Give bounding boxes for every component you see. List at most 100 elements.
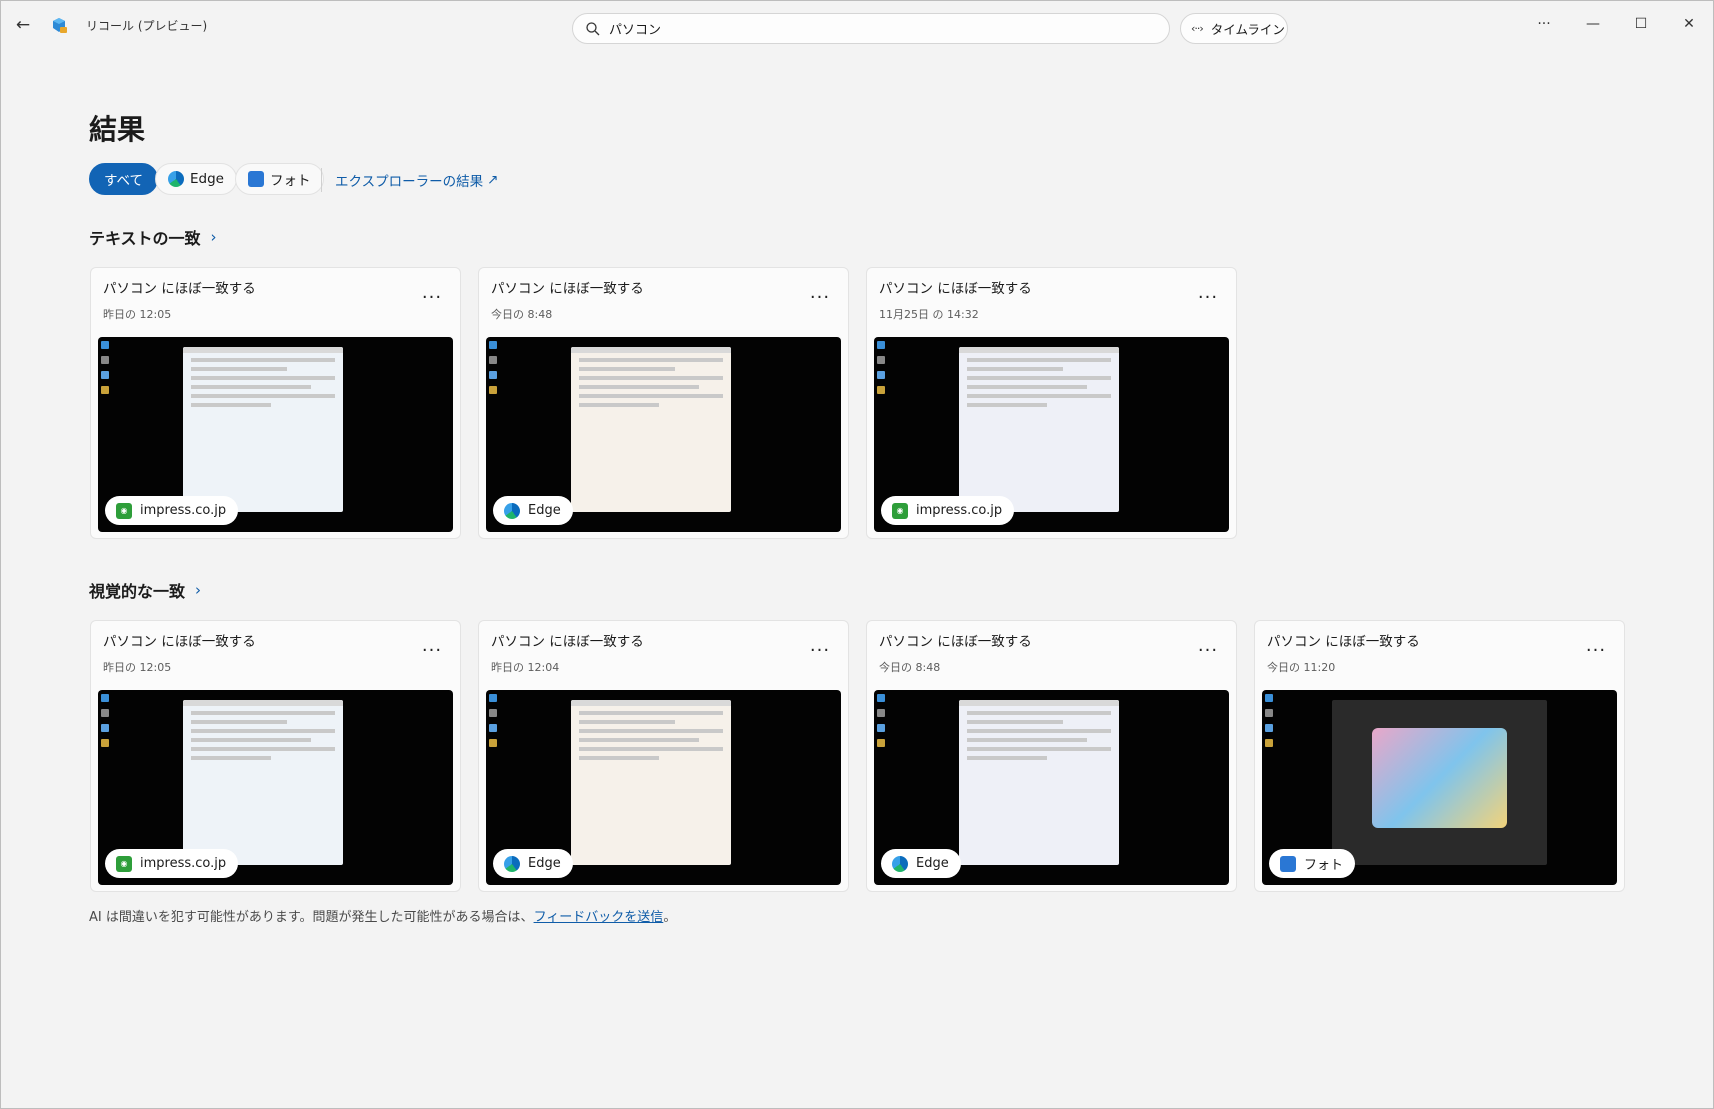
card-timestamp: 11月25日 の 14:32 <box>879 308 979 321</box>
search-input[interactable] <box>609 14 1149 43</box>
card-more-button[interactable]: ··· <box>1191 286 1225 308</box>
source-label: Edge <box>528 503 561 518</box>
chevron-right-icon: › <box>210 228 217 246</box>
search-icon <box>586 22 600 36</box>
card-title: パソコン にほぼ一致する <box>491 281 644 297</box>
more-icon: ··· <box>809 639 831 661</box>
card-timestamp: 今日の 11:20 <box>1267 661 1336 674</box>
source-badge: ◉ impress.co.jp <box>881 496 1015 525</box>
filter-all[interactable]: すべて <box>89 163 159 195</box>
search-box[interactable] <box>572 13 1170 44</box>
back-button[interactable]: ← <box>12 14 34 36</box>
card-more-button[interactable]: ··· <box>415 639 449 661</box>
filter-photos[interactable]: フォト <box>235 163 324 195</box>
result-card[interactable]: パソコン にほぼ一致する 昨日の 12:05 ··· ◉ impress.co.jp <box>90 620 461 892</box>
screenshot-thumbnail[interactable]: ◉ impress.co.jp <box>98 690 453 885</box>
filter-edge[interactable]: Edge <box>155 163 237 195</box>
visual-match-label: 視覚的な一致 <box>89 582 186 601</box>
card-timestamp: 昨日の 12:05 <box>103 661 172 674</box>
external-link-icon: ↗ <box>487 172 499 188</box>
more-icon: ··· <box>1585 639 1607 661</box>
timeline-label: タイムライン <box>1210 22 1285 37</box>
screen-preview <box>183 347 343 512</box>
result-card[interactable]: パソコン にほぼ一致する 11月25日 の 14:32 ··· ◉ impress.co… <box>866 267 1237 539</box>
visual-match-section-title[interactable]: 視覚的な一致 › <box>89 578 201 602</box>
text-match-label: テキストの一致 <box>89 229 201 248</box>
screen-preview <box>959 700 1119 865</box>
close-button[interactable]: ✕ <box>1667 10 1711 38</box>
filter-divider <box>321 168 322 192</box>
result-card[interactable]: パソコン にほぼ一致する 昨日の 12:04 ··· Edge <box>478 620 849 892</box>
more-icon: ··· <box>809 286 831 308</box>
impress-icon: ◉ <box>116 855 132 872</box>
source-label: Edge <box>528 856 561 871</box>
photos-icon <box>1280 855 1296 872</box>
desktop-icons <box>1265 694 1275 754</box>
card-title: パソコン にほぼ一致する <box>491 634 644 650</box>
card-title: パソコン にほぼ一致する <box>103 634 256 650</box>
card-timestamp: 昨日の 12:04 <box>491 661 560 674</box>
card-more-button[interactable]: ··· <box>1191 639 1225 661</box>
maximize-button[interactable]: ☐ <box>1619 10 1663 38</box>
source-badge: Edge <box>493 849 573 878</box>
card-more-button[interactable]: ··· <box>803 639 837 661</box>
page-title: 結果 <box>89 113 146 146</box>
card-more-button[interactable]: ··· <box>415 286 449 308</box>
minimize-button[interactable]: — <box>1571 10 1615 38</box>
card-more-button[interactable]: ··· <box>1579 639 1613 661</box>
title-bar: ← リコール (プレビュー) ‹··› タイムライン ··· — ☐ ✕ <box>0 0 1714 52</box>
text-match-section-title[interactable]: テキストの一致 › <box>89 225 217 249</box>
card-title: パソコン にほぼ一致する <box>879 634 1032 650</box>
explorer-results-link[interactable]: エクスプローラーの結果 ↗ <box>335 170 498 190</box>
screen-preview <box>571 347 731 512</box>
card-title: パソコン にほぼ一致する <box>1267 634 1420 650</box>
recall-app-icon <box>53 18 67 33</box>
screenshot-thumbnail[interactable]: フォト <box>1262 690 1617 885</box>
source-label: impress.co.jp <box>140 503 227 518</box>
impress-icon: ◉ <box>892 502 908 519</box>
close-icon: ✕ <box>1683 16 1695 32</box>
screenshot-thumbnail[interactable]: ◉ impress.co.jp <box>98 337 453 532</box>
minimize-icon: — <box>1586 16 1600 32</box>
arrow-left-icon: ← <box>15 15 31 35</box>
desktop-icons <box>489 694 499 754</box>
chevron-right-icon: › <box>195 581 202 599</box>
screenshot-thumbnail[interactable]: Edge <box>486 337 841 532</box>
footer-end: 。 <box>663 910 677 925</box>
source-label: impress.co.jp <box>140 856 227 871</box>
source-label: impress.co.jp <box>916 503 1003 518</box>
source-label: Edge <box>916 856 949 871</box>
feedback-link[interactable]: フィードバックを送信 <box>534 910 664 925</box>
more-icon: ··· <box>1197 286 1219 308</box>
card-timestamp: 今日の 8:48 <box>879 661 941 674</box>
screenshot-thumbnail[interactable]: ◉ impress.co.jp <box>874 337 1229 532</box>
app-title: リコール (プレビュー) <box>86 19 208 33</box>
screen-preview <box>183 700 343 865</box>
timeline-button[interactable]: ‹··› タイムライン <box>1180 13 1288 44</box>
screen-preview <box>571 700 731 865</box>
more-options-button[interactable]: ··· <box>1522 10 1566 38</box>
footer-disclaimer: AI は間違いを犯す可能性があります。問題が発生した可能性がある場合は、フィード… <box>89 906 676 925</box>
result-card[interactable]: パソコン にほぼ一致する 今日の 8:48 ··· Edge <box>866 620 1237 892</box>
card-timestamp: 昨日の 12:05 <box>103 308 172 321</box>
card-more-button[interactable]: ··· <box>803 286 837 308</box>
screenshot-thumbnail[interactable]: Edge <box>874 690 1229 885</box>
desktop-icons <box>101 341 111 401</box>
desktop-icons <box>877 694 887 754</box>
result-card[interactable]: パソコン にほぼ一致する 今日の 11:20 ··· フォト <box>1254 620 1625 892</box>
result-card[interactable]: パソコン にほぼ一致する 今日の 8:48 ··· Edge <box>478 267 849 539</box>
more-icon: ··· <box>1537 16 1551 32</box>
source-label: フォト <box>1304 858 1344 873</box>
edge-icon <box>892 855 908 872</box>
card-title: パソコン にほぼ一致する <box>879 281 1032 297</box>
more-icon: ··· <box>421 639 443 661</box>
impress-icon: ◉ <box>116 502 132 519</box>
desktop-icons <box>489 341 499 401</box>
result-card[interactable]: パソコン にほぼ一致する 昨日の 12:05 ··· ◉ impress.co.jp <box>90 267 461 539</box>
card-title: パソコン にほぼ一致する <box>103 281 256 297</box>
screenshot-thumbnail[interactable]: Edge <box>486 690 841 885</box>
maximize-icon: ☐ <box>1634 16 1648 32</box>
edge-icon <box>504 855 520 872</box>
source-badge: ◉ impress.co.jp <box>105 496 239 525</box>
timeline-icon: ‹··› <box>1191 22 1204 35</box>
